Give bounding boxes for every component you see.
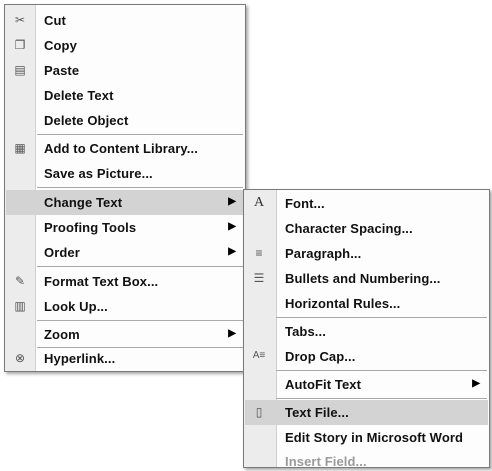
copy-icon: ❐ [14, 38, 26, 52]
submenu-item-horizontal-rules[interactable]: Horizontal Rules... [245, 291, 488, 316]
menu-separator [276, 370, 487, 371]
book-icon: ▥ [14, 299, 26, 313]
menu-item-label: Change Text [44, 195, 123, 210]
menu-item-label: Order [44, 245, 80, 260]
submenu-arrow-icon: ▶ [228, 221, 236, 232]
menu-item-label: Add to Content Library... [44, 141, 198, 156]
menu-item-label: Delete Text [44, 88, 114, 103]
submenu-item-tabs[interactable]: Tabs... [245, 319, 488, 344]
menu-separator [37, 134, 243, 135]
menu-item-label: Look Up... [44, 299, 108, 314]
menu-item-label: Text File... [285, 405, 349, 420]
paragraph-icon: ≡ [255, 246, 263, 260]
submenu-item-font[interactable]: A Font... [245, 191, 488, 216]
menu-item-label: Character Spacing... [285, 221, 413, 236]
submenu-arrow-icon: ▶ [228, 328, 236, 339]
menu-item-delete-text[interactable]: Delete Text [6, 83, 244, 108]
menu-item-order[interactable]: Order ▶ [6, 240, 244, 265]
scissors-icon: ✂ [14, 13, 26, 27]
content-library-icon: ▦ [14, 141, 26, 155]
change-text-submenu: A Font... Character Spacing... ≡ Paragra… [243, 189, 490, 469]
submenu-item-edit-story-in-word[interactable]: Edit Story in Microsoft Word [245, 425, 488, 450]
submenu-item-drop-cap[interactable]: A≡ Drop Cap... [245, 344, 488, 369]
submenu-item-paragraph[interactable]: ≡ Paragraph... [245, 241, 488, 266]
menu-separator [276, 398, 487, 399]
submenu-arrow-icon: ▶ [472, 378, 480, 389]
submenu-item-character-spacing[interactable]: Character Spacing... [245, 216, 488, 241]
menu-item-label: Save as Picture... [44, 166, 153, 181]
menu-item-label: Edit Story in Microsoft Word [285, 430, 464, 445]
submenu-item-autofit-text[interactable]: AutoFit Text ▶ [245, 372, 488, 397]
menu-item-look-up[interactable]: ▥ Look Up... [6, 294, 244, 319]
menu-separator [276, 317, 487, 318]
submenu-arrow-icon: ▶ [228, 246, 236, 257]
font-icon: A [253, 195, 265, 210]
menu-separator [37, 320, 243, 321]
paste-icon: ▤ [14, 63, 26, 77]
menu-item-label: Bullets and Numbering... [285, 271, 441, 286]
menu-item-label: Horizontal Rules... [285, 296, 401, 311]
submenu-item-bullets-and-numbering[interactable]: ☰ Bullets and Numbering... [245, 266, 488, 291]
menu-item-label: Drop Cap... [285, 349, 356, 364]
menu-item-save-as-picture[interactable]: Save as Picture... [6, 161, 244, 186]
menu-item-label: Paste [44, 63, 80, 78]
menu-item-copy[interactable]: ❐ Copy [6, 33, 244, 58]
submenu-item-text-file[interactable]: ▯ Text File... [245, 400, 488, 425]
menu-separator [37, 187, 243, 188]
hyperlink-icon: ⊗ [14, 351, 26, 365]
menu-item-label: Paragraph... [285, 246, 362, 261]
text-file-icon: ▯ [255, 405, 263, 419]
menu-item-format-text-box[interactable]: ✎ Format Text Box... [6, 269, 244, 294]
submenu-arrow-icon: ▶ [228, 196, 236, 207]
menu-item-delete-object[interactable]: Delete Object [6, 108, 244, 133]
menu-item-label: Copy [44, 38, 77, 53]
menu-item-label: Proofing Tools [44, 220, 137, 235]
menu-item-label: Format Text Box... [44, 274, 159, 289]
context-menu: ✂ Cut ❐ Copy ▤ Paste Delete Text Delete … [4, 4, 246, 372]
submenu-item-insert-field[interactable]: Insert Field... [245, 449, 488, 469]
drop-cap-icon: A≡ [252, 350, 266, 361]
bullets-icon: ☰ [253, 271, 265, 285]
menu-item-label: Tabs... [285, 324, 326, 339]
format-text-box-icon: ✎ [14, 274, 26, 288]
menu-item-label: Insert Field... [285, 454, 367, 469]
menu-item-proofing-tools[interactable]: Proofing Tools ▶ [6, 215, 244, 240]
menu-item-cut[interactable]: ✂ Cut [6, 8, 244, 33]
menu-item-change-text[interactable]: Change Text ▶ [6, 190, 244, 215]
menu-item-add-to-content-library[interactable]: ▦ Add to Content Library... [6, 136, 244, 161]
menu-item-label: Font... [285, 196, 325, 211]
menu-separator [37, 266, 243, 267]
menu-item-hyperlink[interactable]: ⊗ Hyperlink... [6, 346, 244, 371]
menu-item-zoom[interactable]: Zoom ▶ [6, 322, 244, 347]
menu-item-label: Zoom [44, 327, 80, 342]
menu-item-label: AutoFit Text [285, 377, 362, 392]
menu-item-label: Delete Object [44, 113, 129, 128]
menu-item-paste[interactable]: ▤ Paste [6, 58, 244, 83]
menu-item-label: Cut [44, 13, 66, 28]
menu-item-label: Hyperlink... [44, 351, 116, 366]
